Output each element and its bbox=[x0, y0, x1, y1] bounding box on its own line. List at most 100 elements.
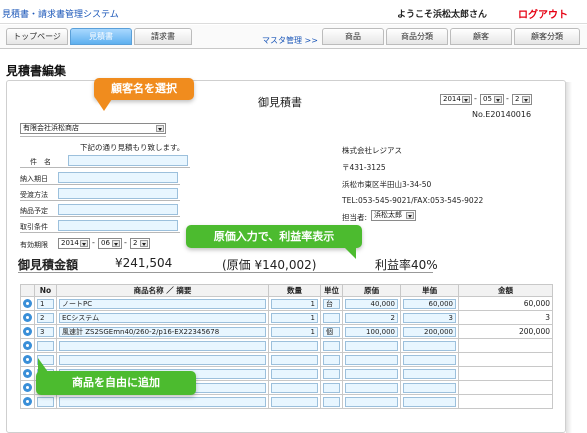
header-add-cell bbox=[20, 284, 35, 297]
add-row-icon[interactable] bbox=[23, 327, 32, 337]
validity-day-select[interactable]: 2 bbox=[130, 238, 150, 249]
item-unit-field[interactable] bbox=[323, 340, 340, 351]
master-management-link[interactable]: マスタ管理 >> bbox=[262, 35, 318, 46]
item-unit-field[interactable]: 台 bbox=[323, 298, 340, 309]
item-cost-field[interactable] bbox=[345, 340, 398, 351]
date-separator: - bbox=[506, 94, 509, 103]
item-cost-field[interactable]: 100,000 bbox=[345, 326, 398, 337]
item-no-field[interactable] bbox=[37, 396, 54, 407]
staff-select[interactable]: 浜松太郎 bbox=[371, 210, 416, 221]
item-qty-field[interactable]: 1 bbox=[271, 312, 318, 323]
callout-pointer bbox=[344, 247, 356, 259]
item-name-field[interactable] bbox=[59, 340, 266, 351]
item-name-field[interactable]: ノートPC bbox=[59, 298, 266, 309]
app-title[interactable]: 見積書・請求書管理システム bbox=[2, 7, 119, 20]
item-name-field[interactable]: ECシステム bbox=[59, 312, 266, 323]
tab-customer-category[interactable]: 顧客分類 bbox=[514, 28, 580, 45]
item-unit-field[interactable]: 個 bbox=[323, 326, 340, 337]
delivery-date-input[interactable] bbox=[58, 172, 178, 183]
tab-top-page[interactable]: トップページ bbox=[6, 28, 68, 45]
validity-month-select[interactable]: 06 bbox=[98, 238, 122, 249]
item-qty-field[interactable] bbox=[271, 368, 318, 379]
item-no-field[interactable]: 1 bbox=[37, 298, 54, 309]
item-qty-field[interactable]: 1 bbox=[271, 326, 318, 337]
delivery-method-input[interactable] bbox=[58, 188, 178, 199]
item-price-field[interactable] bbox=[403, 368, 456, 379]
item-name-cell: ノートPC bbox=[56, 296, 269, 311]
tab-product-category[interactable]: 商品分類 bbox=[386, 28, 448, 45]
item-qty-field[interactable] bbox=[271, 340, 318, 351]
item-no-field[interactable]: 2 bbox=[37, 312, 54, 323]
add-row-icon[interactable] bbox=[23, 383, 32, 393]
add-row-icon[interactable] bbox=[23, 355, 32, 365]
item-price-field[interactable]: 3 bbox=[403, 312, 456, 323]
item-no-cell: 1 bbox=[34, 296, 57, 311]
item-name-field[interactable] bbox=[59, 354, 266, 365]
cost-total: (原価 ¥140,002) bbox=[222, 258, 317, 272]
item-qty-field[interactable] bbox=[271, 396, 318, 407]
item-qty-field[interactable] bbox=[271, 382, 318, 393]
item-no-field[interactable] bbox=[37, 340, 54, 351]
customer-select[interactable]: 有限会社浜松商店 bbox=[20, 123, 166, 134]
item-unit-cell bbox=[320, 380, 343, 395]
date-month-select[interactable]: 05 bbox=[480, 94, 504, 105]
item-cost-field[interactable]: 2 bbox=[345, 312, 398, 323]
add-row-icon[interactable] bbox=[23, 341, 32, 351]
item-price-field[interactable] bbox=[403, 382, 456, 393]
add-row-icon[interactable] bbox=[23, 397, 32, 407]
tab-estimate[interactable]: 見積書 bbox=[70, 28, 132, 45]
add-row-icon[interactable] bbox=[23, 299, 32, 309]
logout-link[interactable]: ログアウト bbox=[518, 6, 568, 21]
item-name-field[interactable] bbox=[59, 396, 266, 407]
item-price-field[interactable] bbox=[403, 396, 456, 407]
chevron-down-icon bbox=[140, 240, 148, 247]
nav-bar: トップページ 見積書 請求書 マスタ管理 >> 商品 商品分類 顧客 顧客分類 bbox=[0, 25, 587, 49]
item-cost-field[interactable] bbox=[345, 396, 398, 407]
date-separator: - bbox=[124, 238, 127, 247]
item-no-cell: 2 bbox=[34, 310, 57, 325]
item-cost-field[interactable] bbox=[345, 354, 398, 365]
item-no-field[interactable]: 3 bbox=[37, 326, 54, 337]
item-unit-field[interactable] bbox=[323, 368, 340, 379]
subject-input[interactable] bbox=[68, 155, 188, 166]
item-unit-cell bbox=[320, 394, 343, 409]
item-no-cell: 3 bbox=[34, 324, 57, 339]
tab-customer[interactable]: 顧客 bbox=[450, 28, 512, 45]
item-unit-cell bbox=[320, 352, 343, 367]
date-day-select[interactable]: 2 bbox=[512, 94, 532, 105]
add-cell bbox=[20, 352, 35, 367]
item-cost-field[interactable] bbox=[345, 382, 398, 393]
date-separator: - bbox=[474, 94, 477, 103]
item-unit-field[interactable] bbox=[323, 396, 340, 407]
item-cost-field[interactable] bbox=[345, 368, 398, 379]
validity-month-value: 06 bbox=[101, 239, 110, 247]
item-unit-field[interactable] bbox=[323, 354, 340, 365]
item-price-cell bbox=[400, 394, 459, 409]
app-window: 見積書・請求書管理システム ようこそ浜松太郎さん ログアウト トップページ 見積… bbox=[0, 0, 587, 433]
tab-invoice[interactable]: 請求書 bbox=[134, 28, 192, 45]
item-price-field[interactable] bbox=[403, 340, 456, 351]
item-name-field[interactable]: 風速計 ZS2SGEmn40/260-2/p16-EX22345678 bbox=[59, 326, 266, 337]
sheet-shadow bbox=[566, 82, 572, 433]
validity-year-select[interactable]: 2014 bbox=[58, 238, 90, 249]
add-row-icon[interactable] bbox=[23, 369, 32, 379]
tab-product[interactable]: 商品 bbox=[322, 28, 384, 45]
page-title: 見積書編集 bbox=[6, 64, 67, 78]
item-price-field[interactable]: 200,000 bbox=[403, 326, 456, 337]
item-price-field[interactable]: 60,000 bbox=[403, 298, 456, 309]
item-qty-field[interactable] bbox=[271, 354, 318, 365]
item-qty-field[interactable]: 1 bbox=[271, 298, 318, 309]
date-month-value: 05 bbox=[483, 95, 492, 103]
item-unit-field[interactable] bbox=[323, 312, 340, 323]
item-price-field[interactable] bbox=[403, 354, 456, 365]
item-unit-field[interactable] bbox=[323, 382, 340, 393]
chevron-down-icon bbox=[80, 240, 88, 247]
terms-input[interactable] bbox=[58, 220, 178, 231]
item-name-cell: 風速計 ZS2SGEmn40/260-2/p16-EX22345678 bbox=[56, 324, 269, 339]
delivery-plan-input[interactable] bbox=[58, 204, 178, 215]
add-row-icon[interactable] bbox=[23, 313, 32, 323]
item-cost-field[interactable]: 40,000 bbox=[345, 298, 398, 309]
date-year-select[interactable]: 2014 bbox=[440, 94, 472, 105]
item-price-cell bbox=[400, 366, 459, 381]
item-no-cell bbox=[34, 394, 57, 409]
